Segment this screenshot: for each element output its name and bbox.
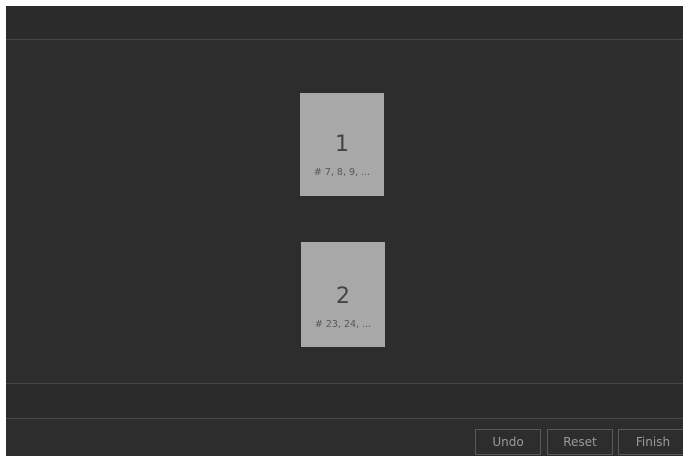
finish-button[interactable]: Finish <box>618 429 683 455</box>
page-card-number: 2 <box>336 284 350 309</box>
undo-button[interactable]: Undo <box>475 429 541 455</box>
status-strip <box>6 383 683 419</box>
page-card-number: 1 <box>335 132 349 157</box>
top-toolbar <box>6 6 683 40</box>
page-card-pages-label: # 23, 24, ... <box>314 319 372 330</box>
reset-button[interactable]: Reset <box>547 429 613 455</box>
page-card-pages-label: # 7, 8, 9, ... <box>313 167 371 178</box>
app-frame: 1 # 7, 8, 9, ... 2 # 23, 24, ... Undo Re… <box>6 6 683 456</box>
page-canvas: 1 # 7, 8, 9, ... 2 # 23, 24, ... <box>6 40 683 383</box>
page-card-1[interactable]: 1 # 7, 8, 9, ... <box>300 93 384 196</box>
action-bar: Undo Reset Finish <box>6 419 683 456</box>
page-card-2[interactable]: 2 # 23, 24, ... <box>301 242 385 347</box>
